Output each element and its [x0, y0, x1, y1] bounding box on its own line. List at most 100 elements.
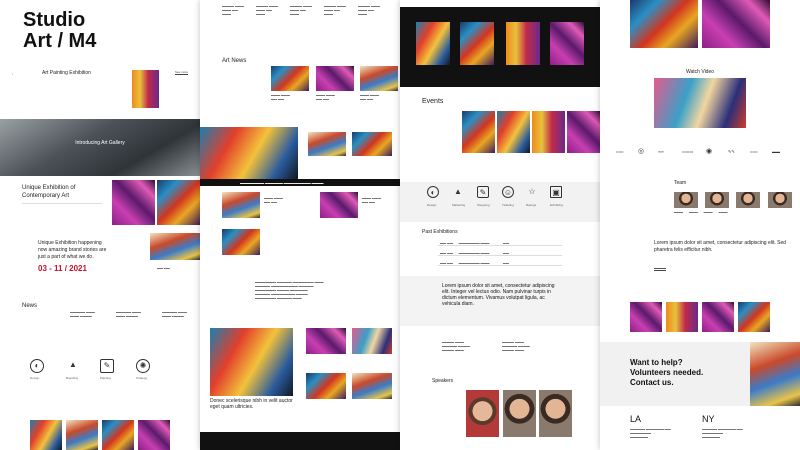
- unique-image-1[interactable]: [112, 180, 155, 225]
- grid-caption-1: ▬▬▬ ▬▬▬ ▬▬ ▬▬: [264, 196, 283, 204]
- bottom-image-2[interactable]: [66, 420, 98, 450]
- grid-image-2[interactable]: [320, 192, 358, 218]
- gallery-banner-title: Introducing Art Gallery: [75, 140, 125, 146]
- featured-image[interactable]: [200, 127, 298, 179]
- quote-text: Donec scelerisque nibh in velit auctor e…: [210, 398, 293, 410]
- bullet-dot: •: [12, 72, 14, 76]
- quote-side-2[interactable]: [352, 328, 392, 354]
- quote-side-1[interactable]: [306, 328, 346, 354]
- past-row-3[interactable]: [438, 265, 562, 266]
- icon-label-3: Painting: [100, 376, 111, 380]
- bottom-image-1[interactable]: [30, 420, 62, 450]
- news-item-1[interactable]: ▬▬▬▬▬ ▬▬▬ ▬▬▬ ▬▬▬▬: [70, 310, 105, 318]
- event-image-1[interactable]: [462, 111, 495, 153]
- happening-line2: now amazing brand stories are: [38, 247, 107, 253]
- top-news-3[interactable]: ▬▬▬▬ ▬▬▬ ▬▬▬ ▬▬ ▬▬▬: [290, 4, 320, 16]
- team-photo-1[interactable]: [674, 192, 698, 208]
- team-photo-3[interactable]: [736, 192, 760, 208]
- speaker-photo-3[interactable]: [539, 390, 572, 437]
- exhibition-image[interactable]: [132, 70, 159, 108]
- template-collage: Studio Art / M4 • Art Painting Exhibitio…: [0, 0, 800, 450]
- smile-icon: ☺: [502, 186, 514, 198]
- watch-video-title: Watch Video: [685, 69, 715, 75]
- art-news-image-2[interactable]: [316, 66, 354, 91]
- top-image-1[interactable]: [630, 0, 698, 48]
- team-photo-2[interactable]: [705, 192, 729, 208]
- top-news-5[interactable]: ▬▬▬▬ ▬▬▬ ▬▬▬ ▬▬ ▬▬▬: [358, 4, 388, 16]
- article-text: ▬▬▬▬▬▬▬ ▬▬▬▬▬ ▬▬▬▬▬▬▬ ▬▬▬ ▬▬▬▬▬ ▬▬▬▬▬▬▬▬▬…: [255, 280, 324, 300]
- event-image-4[interactable]: [567, 111, 600, 153]
- unique-title-line2: Contemporary Art: [22, 193, 70, 199]
- site-title-line1: Studio: [23, 9, 86, 31]
- column-4: Watch Video ▭▭ ◎ ∞∞ ▭▭▭ ◉ ✎✎ ▭▭ ▬▬ Team …: [600, 0, 800, 450]
- quote-side-3[interactable]: [306, 373, 346, 399]
- team-photo-4[interactable]: [768, 192, 792, 208]
- past-row-text-3: ▬▬ ▬▬ ▬▬▬▬▬▬▬ ▬▬▬ ▬▬: [440, 261, 509, 265]
- bottom-image-3[interactable]: [102, 420, 134, 450]
- bottom-image-4[interactable]: [138, 420, 170, 450]
- gallery-banner-image: [0, 119, 200, 176]
- event-image-3[interactable]: [532, 111, 565, 153]
- document-icon: ✎: [100, 359, 114, 373]
- gallery-image-3[interactable]: [702, 302, 734, 332]
- hero-image-4[interactable]: [550, 22, 584, 65]
- help-image[interactable]: [750, 342, 800, 406]
- past-exhibitions-title: Past Exhibitions: [422, 229, 458, 235]
- past-row-1[interactable]: [438, 245, 562, 246]
- past-row-text-1: ▬▬ ▬▬ ▬▬▬▬▬▬▬ ▬▬▬ ▬▬: [440, 241, 509, 245]
- hero-image-3[interactable]: [506, 22, 540, 65]
- event-image-2[interactable]: [497, 111, 530, 153]
- video-thumbnail[interactable]: [654, 78, 746, 128]
- exhibition-link[interactable]: See more: [175, 70, 189, 75]
- column-3: Events ◐ ▲ ✎ ☺ ☆ ▣ Design Marketing Shop…: [400, 0, 600, 450]
- grid-image-3[interactable]: [222, 229, 260, 255]
- top-news-4[interactable]: ▬▬▬▬ ▬▬▬ ▬▬▬ ▬▬ ▬▬▬: [324, 4, 354, 16]
- art-news-caption-3: ▬▬▬ ▬▬▬ ▬▬ ▬▬: [360, 93, 379, 101]
- speaker-photo-1[interactable]: [466, 390, 499, 437]
- palette-icon: ◐: [427, 186, 439, 198]
- help-line-2: Volunteers needed.: [630, 368, 704, 377]
- grid-image-1[interactable]: [222, 192, 260, 218]
- gallery-image-4[interactable]: [738, 302, 770, 332]
- unique-image-2[interactable]: [157, 180, 200, 225]
- side-image-1[interactable]: [308, 132, 346, 156]
- help-line-1: Want to help?: [630, 358, 683, 367]
- hero-image-2[interactable]: [460, 22, 494, 65]
- quote-image[interactable]: [210, 328, 293, 396]
- art-news-image-1[interactable]: [271, 66, 309, 91]
- past-row-2[interactable]: [438, 255, 562, 256]
- gallery-image-1[interactable]: [630, 302, 662, 332]
- grid-caption-2: ▬▬▬ ▬▬▬ ▬▬ ▬▬: [362, 196, 381, 204]
- exhibition-label: Art Painting Exhibition: [42, 70, 91, 76]
- top-image-2[interactable]: [702, 0, 770, 48]
- gallery-image-2[interactable]: [666, 302, 698, 332]
- team-names: ▬▬▬ ▬▬▬ ▬▬▬ ▬▬▬: [674, 210, 728, 214]
- contact-column-1: ▬▬▬▬ ▬▬▬ ▬▬▬▬▬ ▬▬▬▬ ▬▬▬▬ ▬▬▬: [442, 340, 470, 352]
- top-news-1[interactable]: ▬▬▬▬ ▬▬▬ ▬▬▬ ▬▬ ▬▬▬: [222, 4, 252, 16]
- hero-image-1[interactable]: [416, 22, 450, 65]
- partner-logo-4: ▭▭▭: [682, 149, 694, 154]
- happening-image[interactable]: [150, 233, 200, 260]
- partner-logo-8: ▬▬: [772, 149, 780, 154]
- news-item-2[interactable]: ▬▬▬▬▬ ▬▬▬ ▬▬▬ ▬▬▬▬: [116, 310, 151, 318]
- city-la: LA: [630, 414, 642, 424]
- date-range: 03 - 11 / 2021: [38, 264, 87, 273]
- help-line-3: Contact us.: [630, 378, 674, 387]
- icon-label-2: Branding: [66, 376, 79, 380]
- ticker-text: ▬▬▬▬▬▬▬▬ ▬▬▬▬▬▬ ▬▬▬▬▬▬▬▬▬ ▬▬▬▬: [240, 181, 324, 185]
- partner-logo-3: ∞∞: [658, 149, 664, 154]
- art-news-title: Art News: [222, 58, 247, 64]
- team-link[interactable]: ▬▬▬▬: [654, 266, 666, 271]
- star-icon: ☆: [528, 187, 536, 196]
- happening-line1: Unique Exhibition happening: [38, 240, 102, 246]
- feature-label-6: Exhibiting: [550, 203, 564, 207]
- art-news-image-3[interactable]: [360, 66, 398, 91]
- news-item-3[interactable]: ▬▬▬▬▬ ▬▬▬ ▬▬▬ ▬▬▬▬: [162, 310, 197, 318]
- side-image-2[interactable]: [352, 132, 392, 156]
- city-ny: NY: [702, 414, 715, 424]
- speaker-photo-2[interactable]: [503, 390, 536, 437]
- partner-logo-7: ▭▭: [750, 149, 758, 154]
- top-news-2[interactable]: ▬▬▬▬ ▬▬▬ ▬▬▬ ▬▬ ▬▬▬: [256, 4, 286, 16]
- quote-side-4[interactable]: [352, 373, 392, 399]
- partner-logo-5: ◉: [706, 148, 713, 155]
